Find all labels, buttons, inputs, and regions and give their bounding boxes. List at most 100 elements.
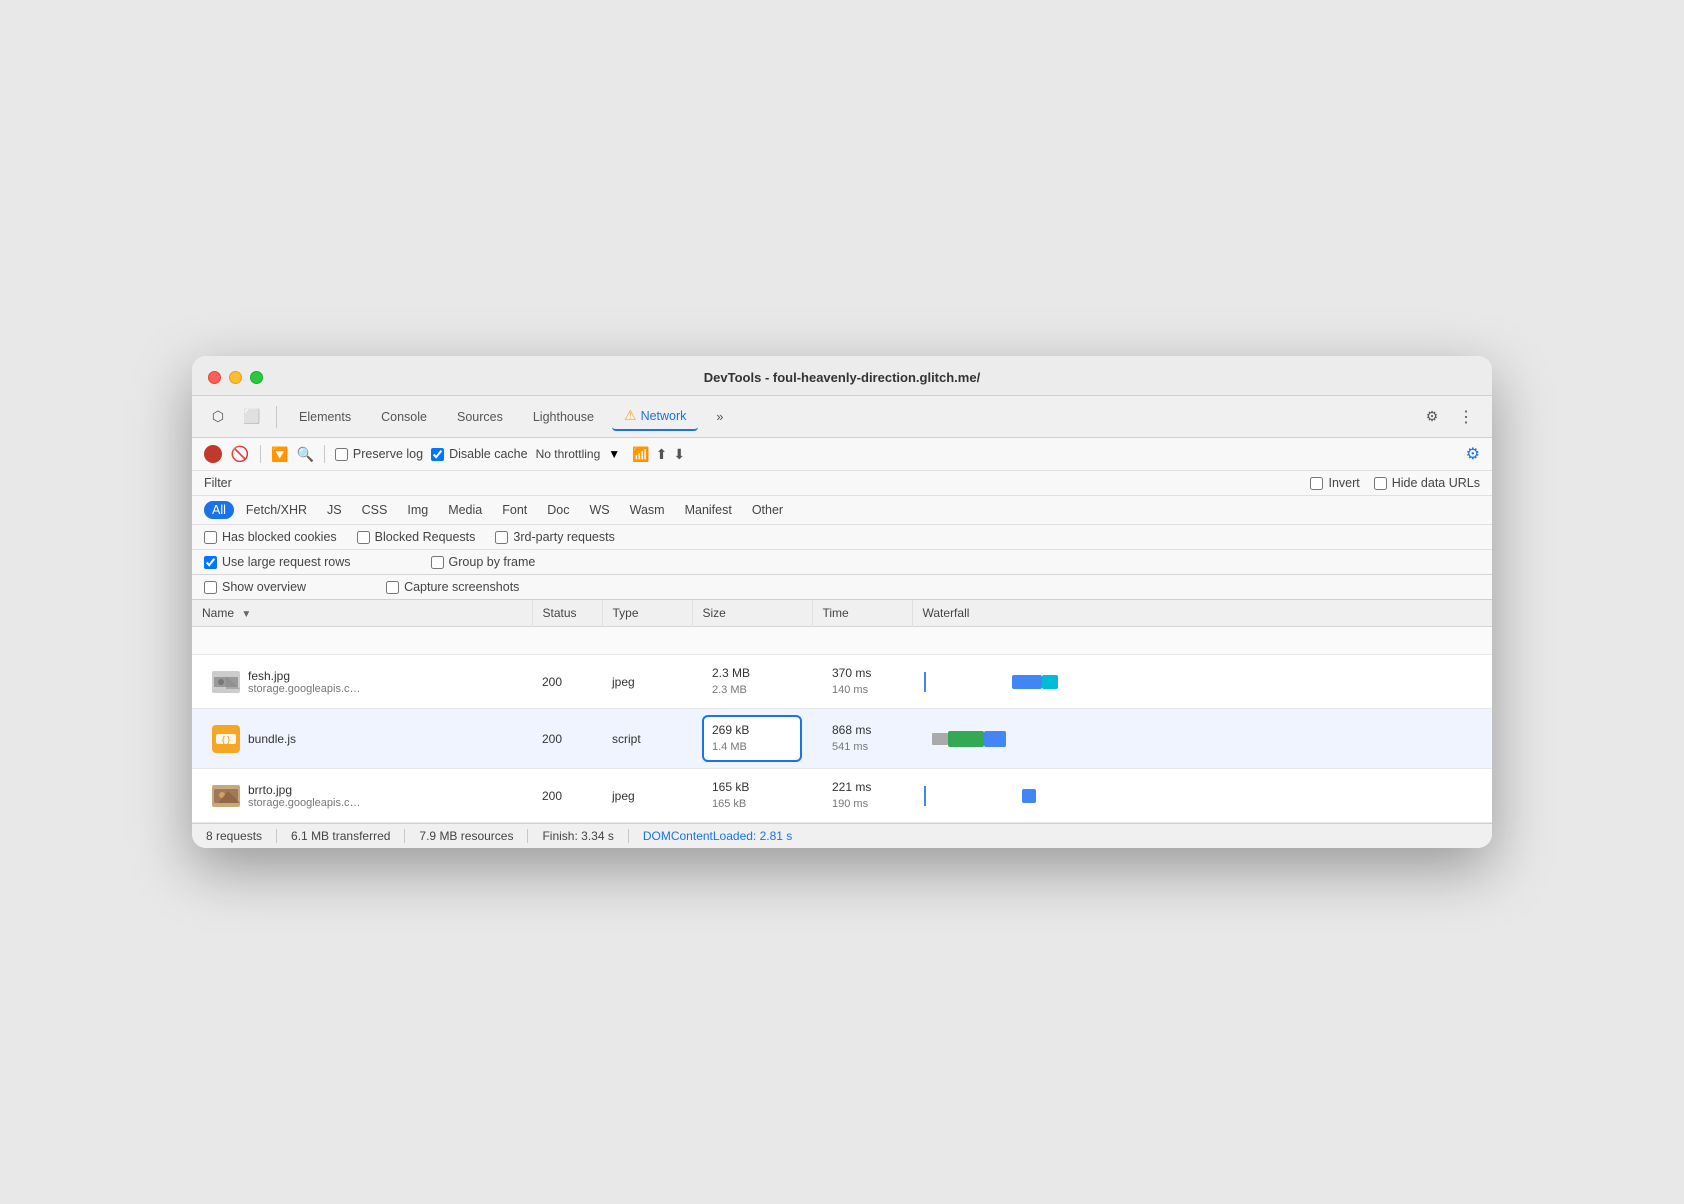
options-row2: Show overview Capture screenshots bbox=[192, 575, 1492, 600]
col-waterfall[interactable]: Waterfall bbox=[912, 600, 1492, 627]
third-party-label[interactable]: 3rd-party requests bbox=[495, 530, 614, 544]
type-filter-all[interactable]: All bbox=[204, 501, 234, 519]
download-icon[interactable]: ⬇ bbox=[673, 446, 685, 463]
group-by-frame-option[interactable]: Group by frame bbox=[431, 555, 536, 569]
type-filter-media[interactable]: Media bbox=[440, 501, 490, 519]
tab-lighthouse[interactable]: Lighthouse bbox=[521, 405, 606, 429]
filter-options: Invert Hide data URLs bbox=[1310, 476, 1480, 490]
col-name[interactable]: Name ▼ bbox=[192, 600, 532, 627]
file-icon-2 bbox=[212, 782, 240, 810]
td-status-2: 200 bbox=[532, 769, 602, 823]
show-overview-checkbox[interactable] bbox=[204, 581, 217, 594]
type-filter-font[interactable]: Font bbox=[494, 501, 535, 519]
td-type-2: jpeg bbox=[602, 769, 692, 823]
preserve-log-checkbox[interactable] bbox=[335, 448, 348, 461]
file-name-2: brrto.jpg bbox=[248, 783, 361, 797]
type-filter-ws[interactable]: WS bbox=[581, 501, 617, 519]
third-party-checkbox[interactable] bbox=[495, 531, 508, 544]
capture-screenshots-checkbox[interactable] bbox=[386, 581, 399, 594]
type-filter-doc[interactable]: Doc bbox=[539, 501, 577, 519]
status-transferred: 6.1 MB transferred bbox=[291, 829, 405, 843]
td-status-1: 200 bbox=[532, 709, 602, 769]
type-filter-manifest[interactable]: Manifest bbox=[677, 501, 740, 519]
status-dom-loaded: DOMContentLoaded: 2.81 s bbox=[643, 829, 792, 843]
cursor-icon[interactable]: ⬡ bbox=[204, 403, 232, 431]
table-row[interactable]: fesh.jpg storage.googleapis.c… 200 jpeg … bbox=[192, 655, 1492, 709]
record-button[interactable] bbox=[204, 445, 222, 463]
options-row: Use large request rows Group by frame bbox=[192, 550, 1492, 575]
invert-checkbox[interactable] bbox=[1310, 477, 1323, 490]
settings-icon[interactable]: ⚙ bbox=[1418, 403, 1446, 431]
size-sub-2: 165 kB bbox=[712, 796, 792, 813]
throttle-dropdown-icon[interactable]: ▼ bbox=[608, 447, 620, 461]
network-table: Name ▼ Status Type Size Time Waterfall bbox=[192, 600, 1492, 823]
blocked-cookies-label[interactable]: Has blocked cookies bbox=[204, 530, 337, 544]
search-icon[interactable]: 🔍 bbox=[296, 446, 313, 463]
large-rows-option[interactable]: Use large request rows bbox=[204, 555, 351, 569]
type-filter-other[interactable]: Other bbox=[744, 501, 791, 519]
file-url-2: storage.googleapis.c… bbox=[248, 797, 361, 809]
capture-screenshots-option[interactable]: Capture screenshots bbox=[386, 580, 519, 594]
network-table-container: Name ▼ Status Type Size Time Waterfall bbox=[192, 600, 1492, 823]
show-overview-option[interactable]: Show overview bbox=[204, 580, 306, 594]
td-waterfall-2 bbox=[912, 769, 1492, 823]
disable-cache-checkbox[interactable] bbox=[431, 448, 444, 461]
large-rows-checkbox[interactable] bbox=[204, 556, 217, 569]
minimize-button[interactable] bbox=[229, 371, 242, 384]
type-filter-img[interactable]: Img bbox=[399, 501, 436, 519]
blocked-requests-checkbox[interactable] bbox=[357, 531, 370, 544]
file-name-1: bundle.js bbox=[248, 732, 296, 746]
table-row-highlighted[interactable]: {} bundle.js 200 script bbox=[192, 709, 1492, 769]
time-sub-1: 541 ms bbox=[832, 739, 892, 756]
col-size[interactable]: Size bbox=[692, 600, 812, 627]
td-time-0: 370 ms 140 ms bbox=[812, 655, 912, 709]
tab-network[interactable]: ⚠ Network bbox=[612, 402, 698, 431]
window-title: DevTools - foul-heavenly-direction.glitc… bbox=[704, 370, 980, 385]
type-filter-fetch[interactable]: Fetch/XHR bbox=[238, 501, 315, 519]
preserve-log-label[interactable]: Preserve log bbox=[335, 447, 423, 461]
time-main-0: 370 ms bbox=[832, 664, 892, 682]
tab-more[interactable]: » bbox=[704, 405, 735, 429]
filter-row: Filter Invert Hide data URLs bbox=[192, 471, 1492, 496]
type-filter-wasm[interactable]: Wasm bbox=[622, 501, 673, 519]
group-by-frame-checkbox[interactable] bbox=[431, 556, 444, 569]
type-filter-js[interactable]: JS bbox=[319, 501, 350, 519]
tab-console[interactable]: Console bbox=[369, 405, 439, 429]
td-time-1: 868 ms 541 ms bbox=[812, 709, 912, 769]
blocked-requests-label[interactable]: Blocked Requests bbox=[357, 530, 476, 544]
svg-text:{}: {} bbox=[221, 736, 232, 746]
tab-bar: ⬡ ⬜ Elements Console Sources Lighthouse … bbox=[192, 396, 1492, 438]
tab-sources[interactable]: Sources bbox=[445, 405, 515, 429]
tab-elements[interactable]: Elements bbox=[287, 405, 363, 429]
type-filter-css[interactable]: CSS bbox=[354, 501, 396, 519]
file-icon-0 bbox=[212, 668, 240, 696]
td-time-2: 221 ms 190 ms bbox=[812, 769, 912, 823]
col-type[interactable]: Type bbox=[602, 600, 692, 627]
disable-cache-label[interactable]: Disable cache bbox=[431, 447, 528, 461]
col-time[interactable]: Time bbox=[812, 600, 912, 627]
td-waterfall-1 bbox=[912, 709, 1492, 769]
hide-data-urls-label[interactable]: Hide data URLs bbox=[1374, 476, 1480, 490]
size-main-2: 165 kB bbox=[712, 778, 792, 796]
invert-label[interactable]: Invert bbox=[1310, 476, 1359, 490]
maximize-button[interactable] bbox=[250, 371, 263, 384]
nt-separator bbox=[260, 445, 261, 463]
filter-icon[interactable]: 🔽 bbox=[271, 446, 288, 463]
toolbar-right: ⚙ ⋮ bbox=[1418, 403, 1480, 431]
size-main-1: 269 kB bbox=[712, 721, 792, 739]
table-row[interactable]: brrto.jpg storage.googleapis.c… 200 jpeg… bbox=[192, 769, 1492, 823]
hide-data-urls-checkbox[interactable] bbox=[1374, 477, 1387, 490]
wifi-settings-icon[interactable]: 📶 bbox=[632, 446, 649, 463]
file-icon-1: {} bbox=[212, 725, 240, 753]
window-controls bbox=[208, 371, 263, 384]
status-finish: Finish: 3.34 s bbox=[542, 829, 628, 843]
clear-button[interactable]: 🚫 bbox=[230, 444, 250, 464]
throttle-label: No throttling bbox=[536, 447, 601, 461]
more-icon[interactable]: ⋮ bbox=[1452, 403, 1480, 431]
inspect-icon[interactable]: ⬜ bbox=[238, 403, 266, 431]
network-settings-icon[interactable]: ⚙ bbox=[1466, 446, 1480, 463]
upload-icon[interactable]: ⬆ bbox=[656, 446, 668, 463]
close-button[interactable] bbox=[208, 371, 221, 384]
col-status[interactable]: Status bbox=[532, 600, 602, 627]
blocked-cookies-checkbox[interactable] bbox=[204, 531, 217, 544]
